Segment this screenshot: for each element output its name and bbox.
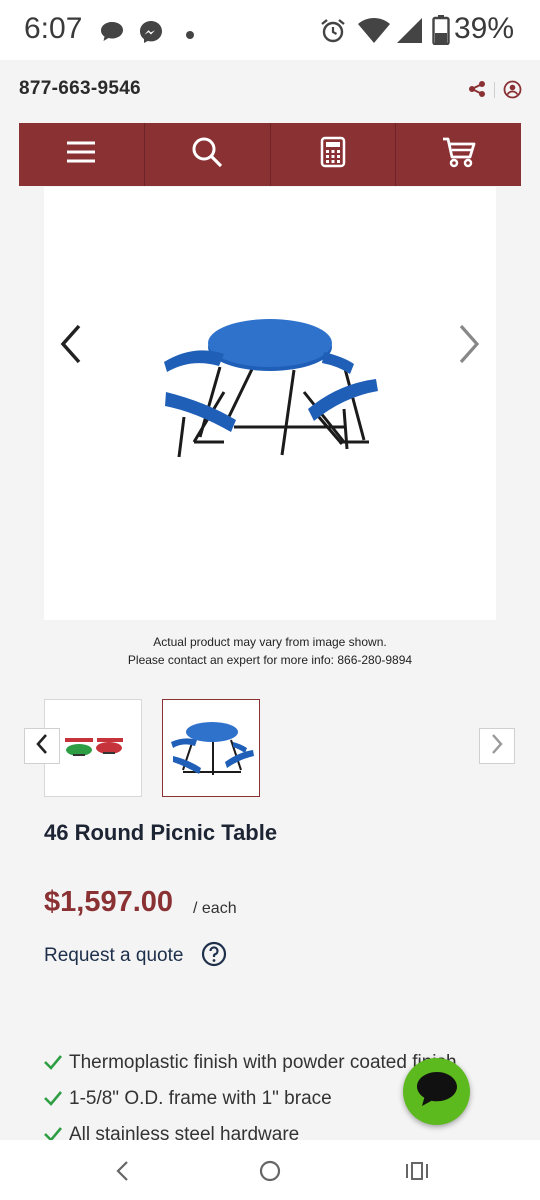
alarm-icon	[319, 17, 347, 50]
chevron-right-icon	[490, 733, 504, 760]
gallery-prev-arrow[interactable]	[58, 322, 82, 371]
help-icon[interactable]	[201, 941, 227, 972]
request-quote-link[interactable]: Request a quote	[44, 945, 183, 967]
image-disclaimer: Actual product may vary from image shown…	[153, 635, 387, 649]
messenger-icon	[138, 19, 164, 50]
search-icon	[191, 136, 223, 173]
share-icon[interactable]	[468, 80, 486, 103]
divider	[494, 82, 495, 98]
thumbnails-prev-button[interactable]	[24, 728, 60, 764]
user-icon[interactable]	[503, 80, 522, 104]
product-title: 46 Round Picnic Table	[44, 820, 278, 845]
feature-text: 1-5/8" O.D. frame with 1" brace	[69, 1088, 332, 1109]
product-price: $1,597.00	[44, 886, 174, 918]
expert-contact-note: Please contact an expert for more info: …	[127, 653, 413, 667]
status-time: 6:07	[24, 12, 83, 45]
phone-number-link[interactable]: 877-663-9546	[19, 78, 141, 100]
product-image	[44, 187, 496, 620]
back-icon[interactable]	[114, 1160, 130, 1187]
cart-button[interactable]	[396, 123, 521, 186]
battery-percent: 39%	[453, 12, 514, 45]
signal-icon	[396, 16, 424, 49]
thumbnails-next-button[interactable]	[479, 728, 515, 764]
checkmark-icon	[44, 1054, 62, 1076]
recent-apps-icon[interactable]	[405, 1161, 429, 1186]
price-unit: / each	[193, 900, 237, 917]
dot-icon	[185, 27, 195, 45]
system-nav-bar	[0, 1140, 540, 1200]
live-chat-button[interactable]	[403, 1058, 470, 1125]
menu-icon	[66, 140, 96, 169]
checkmark-icon	[44, 1090, 62, 1112]
thumbnail-blue-table[interactable]	[162, 699, 260, 797]
gallery-next-arrow[interactable]	[458, 322, 482, 371]
status-bar: 6:07 39%	[0, 0, 540, 60]
top-bar: 877-663-9546	[0, 60, 540, 122]
picnic-table-image	[164, 319, 378, 458]
calculator-icon	[320, 136, 346, 173]
blue-table-thumbnail-image	[171, 722, 254, 775]
search-button[interactable]	[145, 123, 271, 186]
wifi-icon	[357, 16, 391, 49]
chevron-left-icon	[35, 733, 49, 760]
chat-bubble-icon	[99, 20, 125, 49]
calculator-button[interactable]	[271, 123, 397, 186]
menu-button[interactable]	[19, 123, 145, 186]
cart-icon	[442, 136, 476, 173]
main-nav-bar	[19, 123, 521, 186]
chat-bubble-icon	[415, 1070, 459, 1113]
home-icon[interactable]	[259, 1160, 281, 1187]
battery-icon	[432, 15, 450, 50]
feature-text: Thermoplastic finish with powder coated …	[69, 1052, 457, 1073]
